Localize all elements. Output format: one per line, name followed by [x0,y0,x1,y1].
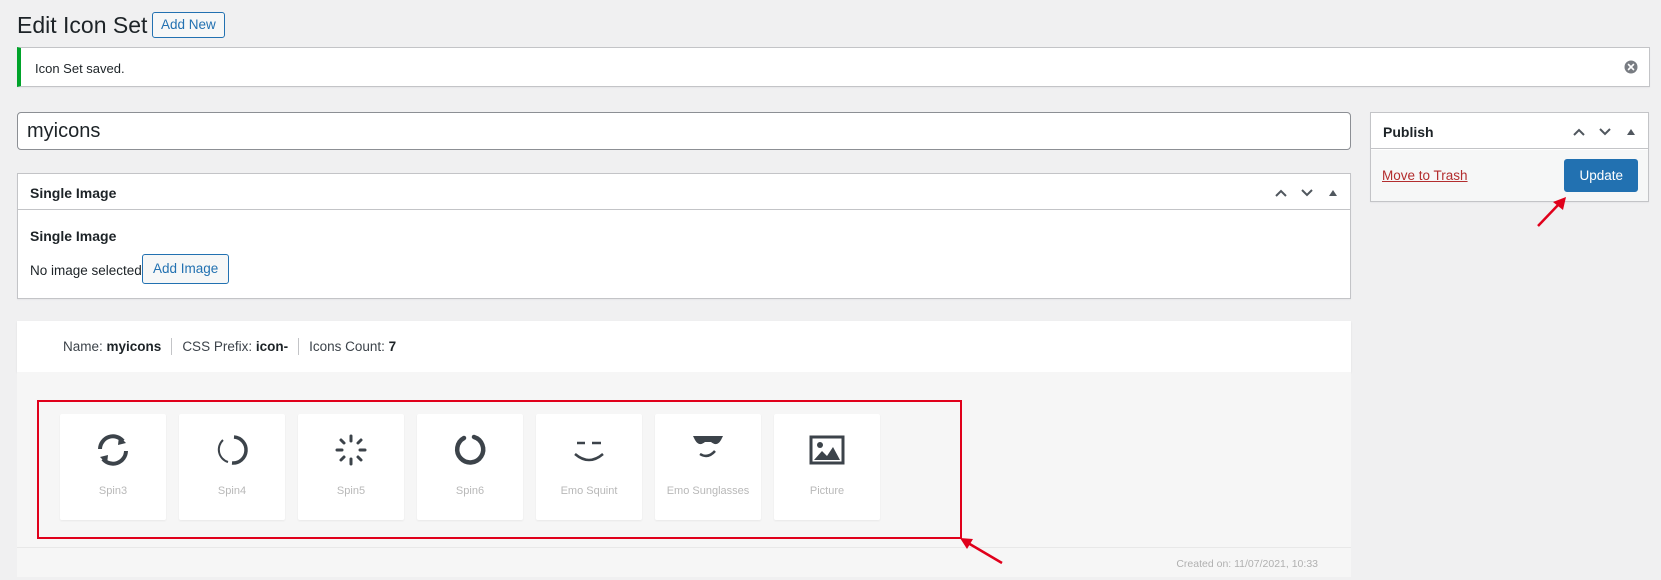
no-image-status: No image selected [30,263,142,278]
publish-header: Publish [1371,113,1648,149]
info-name: Name: myicons [63,339,162,354]
created-timestamp: Created on: 11/07/2021, 10:33 [1176,558,1318,570]
update-button[interactable]: Update [1564,159,1638,192]
single-image-box: Single Image Single Image No image selec… [17,173,1351,299]
add-new-button[interactable]: Add New [152,12,225,38]
single-image-header: Single Image [18,174,1350,210]
info-name-value: myicons [106,339,162,354]
move-down-icon[interactable] [1296,182,1318,204]
single-image-title: Single Image [30,185,117,201]
publish-box: Publish Move to Trash Update [1370,112,1649,202]
publish-actions: Move to Trash Update [1371,150,1648,201]
annotation-arrow-icon [1537,197,1566,227]
add-image-button[interactable]: Add Image [142,254,230,284]
page-title: Edit Icon Set [17,12,148,38]
single-image-field-label: Single Image [30,228,117,244]
icon-set-info-bar: Name: myicons CSS Prefix: icon- Icons Co… [17,321,1351,372]
dismiss-icon[interactable] [1623,59,1639,75]
move-to-trash-link[interactable]: Move to Trash [1382,168,1468,183]
notice-text: Icon Set saved. [35,61,125,76]
move-up-icon[interactable] [1270,182,1292,204]
icons-footer: Created on: 11/07/2021, 10:33 [17,547,1351,577]
move-down-icon[interactable] [1594,121,1616,143]
collapse-toggle-icon[interactable] [1620,121,1642,143]
annotation-arrow-icon [960,538,1003,565]
info-count-value: 7 [388,339,397,354]
collapse-toggle-icon[interactable] [1322,182,1344,204]
publish-title: Publish [1383,124,1434,140]
info-prefix-value: icon- [255,339,289,354]
move-up-icon[interactable] [1568,121,1590,143]
title-input[interactable] [17,112,1351,150]
info-icons-count: Icons Count: 7 [298,338,406,355]
success-notice: Icon Set saved. [17,47,1650,87]
annotation-highlight-box [37,400,962,539]
info-css-prefix: CSS Prefix: icon- [171,338,298,355]
